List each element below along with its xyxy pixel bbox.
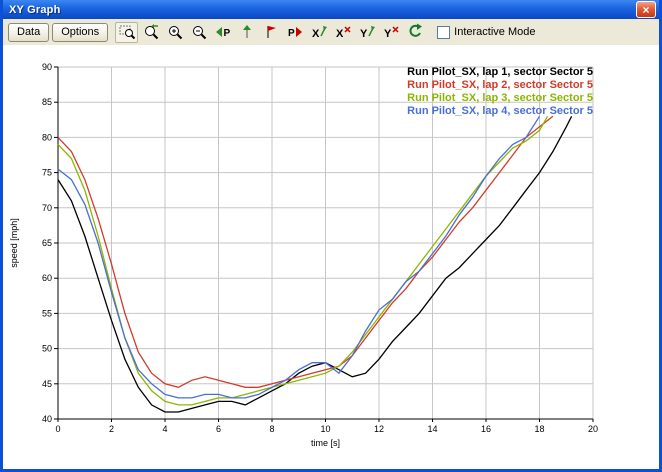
toolbar: Data Options P: [3, 19, 659, 45]
y-tick-label: 55: [42, 308, 52, 318]
y-fixed-scale-icon: Y: [382, 23, 400, 41]
zoom-in-icon: [166, 23, 184, 41]
y-axis-label: speed [mph]: [9, 218, 19, 268]
zoom-undo-icon: [142, 23, 160, 41]
cursor-flag-button[interactable]: [259, 22, 282, 43]
svg-text:P: P: [288, 28, 295, 39]
zoom-undo-button[interactable]: [139, 22, 162, 43]
x-axis-label: time [s]: [311, 438, 340, 448]
x-autoscale-icon: X: [310, 23, 328, 41]
options-button[interactable]: Options: [52, 23, 108, 42]
svg-text:Y: Y: [384, 28, 392, 40]
title-bar: XY Graph ×: [3, 0, 659, 19]
icon-toolbar: P P X X Y Y: [115, 22, 426, 43]
refresh-icon: [406, 23, 424, 41]
interactive-mode-control: Interactive Mode: [437, 26, 535, 39]
series-line: [58, 116, 540, 398]
x-tick-label: 10: [320, 424, 330, 434]
previous-cursor-icon: P: [214, 23, 232, 41]
x-fixed-scale-button[interactable]: X: [331, 22, 354, 43]
x-fixed-scale-icon: X: [334, 23, 352, 41]
series-line: [58, 116, 572, 412]
y-tick-label: 60: [42, 273, 52, 283]
x-tick-label: 18: [534, 424, 544, 434]
x-tick-label: 8: [269, 424, 274, 434]
legend-entry: Run Pilot_SX, lap 4, sector Sector 5: [407, 105, 593, 117]
series-line: [58, 116, 553, 387]
zoom-out-button[interactable]: [187, 22, 210, 43]
x-tick-label: 2: [109, 424, 114, 434]
x-tick-label: 6: [216, 424, 221, 434]
interactive-mode-checkbox[interactable]: [437, 26, 450, 39]
xy-chart: 0 2 4 6 8 10 12 14 16 18 20 40 45 50 55 60 65 70 75 80 85 90 t…: [3, 45, 659, 469]
x-tick-label: 0: [55, 424, 60, 434]
window-title: XY Graph: [9, 4, 61, 16]
previous-cursor-button[interactable]: P: [211, 22, 234, 43]
y-autoscale-button[interactable]: Y: [355, 22, 378, 43]
svg-text:P: P: [223, 28, 230, 39]
svg-text:X: X: [336, 28, 344, 40]
cursor-flag-icon: [262, 23, 280, 41]
y-tick-label: 75: [42, 168, 52, 178]
x-tick-label: 12: [374, 424, 384, 434]
legend-entry: Run Pilot_SX, lap 2, sector Sector 5: [407, 79, 593, 91]
close-icon: ×: [642, 4, 649, 16]
legend-entry: Run Pilot_SX, lap 1, sector Sector 5: [407, 66, 593, 78]
zoom-selection-icon: [118, 23, 136, 41]
refresh-button[interactable]: [403, 22, 426, 43]
series-line: [58, 116, 548, 405]
x-tick-label: 16: [481, 424, 491, 434]
cursor-up-button[interactable]: [235, 22, 258, 43]
next-cursor-icon: P: [286, 23, 304, 41]
y-tick-label: 85: [42, 97, 52, 107]
cursor-up-icon: [238, 23, 256, 41]
y-tick-label: 80: [42, 132, 52, 142]
zoom-selection-button[interactable]: [115, 22, 138, 43]
zoom-in-button[interactable]: [163, 22, 186, 43]
y-tick-label: 40: [42, 414, 52, 424]
close-button[interactable]: ×: [636, 1, 656, 18]
xy-graph-window: XY Graph × Data Options P: [0, 0, 662, 472]
x-autoscale-button[interactable]: X: [307, 22, 330, 43]
zoom-out-icon: [190, 23, 208, 41]
svg-text:Y: Y: [360, 28, 368, 40]
y-tick-label: 50: [42, 344, 52, 354]
y-fixed-scale-button[interactable]: Y: [379, 22, 402, 43]
y-tick-label: 65: [42, 238, 52, 248]
svg-text:X: X: [312, 28, 320, 40]
interactive-mode-label: Interactive Mode: [454, 26, 535, 38]
data-button[interactable]: Data: [8, 23, 49, 42]
y-tick-label: 90: [42, 62, 52, 72]
y-autoscale-icon: Y: [358, 23, 376, 41]
x-tick-label: 20: [588, 424, 598, 434]
next-cursor-button[interactable]: P: [283, 22, 306, 43]
y-tick-label: 45: [42, 379, 52, 389]
y-tick-label: 70: [42, 203, 52, 213]
chart-panel: 0 2 4 6 8 10 12 14 16 18 20 40 45 50 55 60 65 70 75 80 85 90 t…: [3, 45, 659, 469]
x-tick-label: 4: [162, 424, 167, 434]
x-tick-label: 14: [427, 424, 437, 434]
legend-entry: Run Pilot_SX, lap 3, sector Sector 5: [407, 92, 593, 104]
